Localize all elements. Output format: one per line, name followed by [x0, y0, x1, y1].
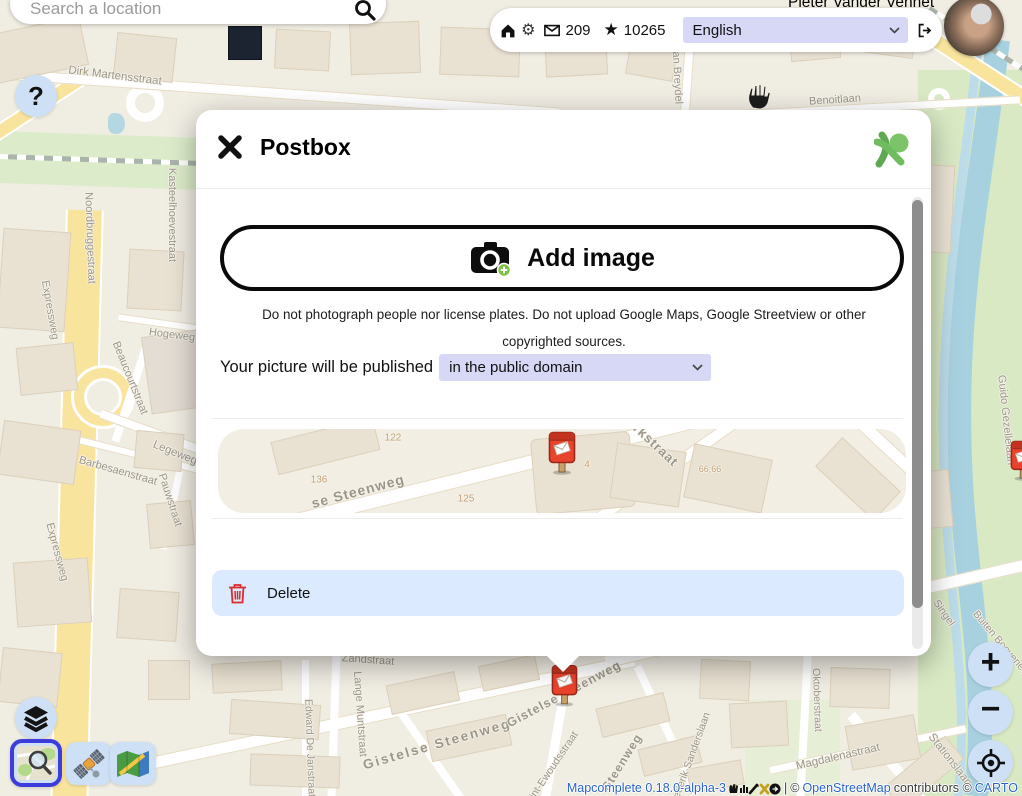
plus-icon: + — [981, 643, 1001, 682]
dialog-title: Postbox — [260, 134, 351, 161]
divider — [212, 518, 903, 519]
minus-icon: − — [981, 690, 1001, 729]
theme-button-worldmap[interactable] — [110, 742, 156, 785]
attribution-divider: | — [784, 781, 787, 795]
user-panel: ⚙ 209 ★ 10265 English — [490, 8, 942, 52]
delete-label: Delete — [267, 585, 310, 602]
dialog-pointer — [547, 656, 579, 672]
help-question-mark: ? — [28, 81, 44, 112]
mapcomplete-app: Dirk MartensstraatNoordbruggestraatKaste… — [0, 0, 1022, 796]
license-value: in the public domain — [449, 359, 582, 376]
street-label: 136 — [311, 475, 328, 486]
postbox-marker-partial[interactable] — [1010, 440, 1022, 481]
logout-icon[interactable] — [917, 22, 932, 39]
carto-link[interactable]: CARTO — [975, 781, 1018, 795]
chevron-down-icon — [889, 27, 900, 34]
divider — [212, 418, 903, 419]
layers-button[interactable] — [15, 697, 57, 739]
postbox-dialog: Postbox Add image Do not photograph peop… — [196, 110, 931, 656]
osm-link[interactable]: OpenStreetMap — [802, 781, 890, 795]
search-bar — [10, 0, 386, 24]
layers-icon — [22, 704, 50, 732]
geolocate-button[interactable] — [968, 740, 1013, 785]
zoom-in-button[interactable]: + — [968, 642, 1013, 687]
park-and-canal — [918, 40, 1022, 796]
location-minimap[interactable]: se Steenwegrkstraat122136125466;66 — [218, 429, 906, 513]
osm-map-icon — [17, 746, 55, 780]
theme-button-satellite[interactable] — [66, 742, 112, 785]
messages-count: 209 — [566, 22, 591, 39]
copyright-symbol: © — [790, 781, 799, 795]
close-button[interactable] — [214, 132, 246, 164]
world-map-icon — [116, 750, 150, 778]
changeset-count: 10265 — [624, 22, 666, 39]
language-select[interactable]: English — [683, 17, 908, 43]
postbox-minimap-marker — [548, 431, 576, 475]
dialog-scrollbar — [912, 197, 923, 649]
dialog-body: Add image Do not photograph people nor l… — [196, 188, 931, 646]
mapcomplete-version-link[interactable]: Mapcomplete 0.18.0-alpha-3 — [567, 781, 726, 795]
camera-add-icon — [469, 239, 513, 277]
language-value: English — [693, 22, 742, 39]
search-input[interactable] — [28, 0, 354, 21]
trash-icon — [228, 583, 247, 604]
attribution-bar: Mapcomplete 0.18.0-alpha-3 | © OpenStree… — [567, 781, 1018, 795]
star-icon[interactable]: ★ — [604, 20, 619, 40]
user-name: Pieter Vander Vennet — [788, 0, 934, 12]
help-button[interactable]: ? — [15, 75, 57, 117]
street-label: 125 — [458, 494, 475, 505]
chevron-down-icon — [692, 364, 703, 371]
hand-cursor-icon — [746, 82, 773, 110]
search-icon[interactable] — [354, 0, 376, 21]
settings-gear-icon[interactable]: ⚙ — [521, 20, 535, 40]
theme-button-osm[interactable] — [10, 739, 62, 787]
add-image-button[interactable]: Add image — [220, 225, 904, 291]
attribution-icons — [729, 782, 781, 795]
license-row: Your picture will be published in the pu… — [220, 354, 711, 381]
license-select[interactable]: in the public domain — [439, 354, 711, 381]
satellite-icon — [72, 747, 106, 781]
home-icon[interactable] — [500, 22, 516, 39]
geolocate-crosshair-icon — [976, 748, 1006, 778]
street-label: 122 — [385, 433, 402, 444]
mapcomplete-logo-icon — [874, 130, 910, 168]
zoom-out-button[interactable]: − — [968, 690, 1013, 735]
messages-envelope-icon[interactable] — [544, 24, 560, 37]
add-image-label: Add image — [527, 244, 655, 273]
dialog-scrollbar-thumb[interactable] — [912, 200, 923, 608]
contributors-text: contributors © — [894, 781, 972, 795]
close-icon — [216, 133, 244, 161]
license-prefix: Your picture will be published — [220, 358, 433, 377]
delete-button[interactable]: Delete — [212, 570, 904, 616]
license-note: Do not photograph people nor license pla… — [234, 301, 894, 355]
